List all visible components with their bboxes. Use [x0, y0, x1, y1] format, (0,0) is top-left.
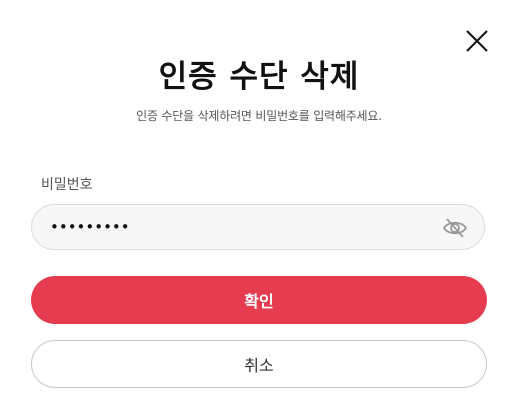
password-input[interactable] [50, 215, 410, 239]
password-visibility-toggle[interactable] [442, 217, 468, 239]
confirm-button[interactable]: 확인 [31, 276, 487, 324]
password-field [31, 204, 485, 250]
cancel-button[interactable]: 취소 [31, 340, 487, 388]
close-button[interactable] [462, 26, 492, 56]
close-icon [466, 30, 488, 52]
dialog-title: 인증 수단 삭제 [158, 59, 360, 95]
eye-slash-icon [442, 218, 468, 238]
delete-auth-method-dialog: 인증 수단 삭제 인증 수단을 삭제하려면 비밀번호를 입력해주세요. 비밀번호… [0, 0, 518, 419]
password-label: 비밀번호 [41, 177, 93, 193]
dialog-subtitle: 인증 수단을 삭제하려면 비밀번호를 입력해주세요. [136, 109, 382, 123]
